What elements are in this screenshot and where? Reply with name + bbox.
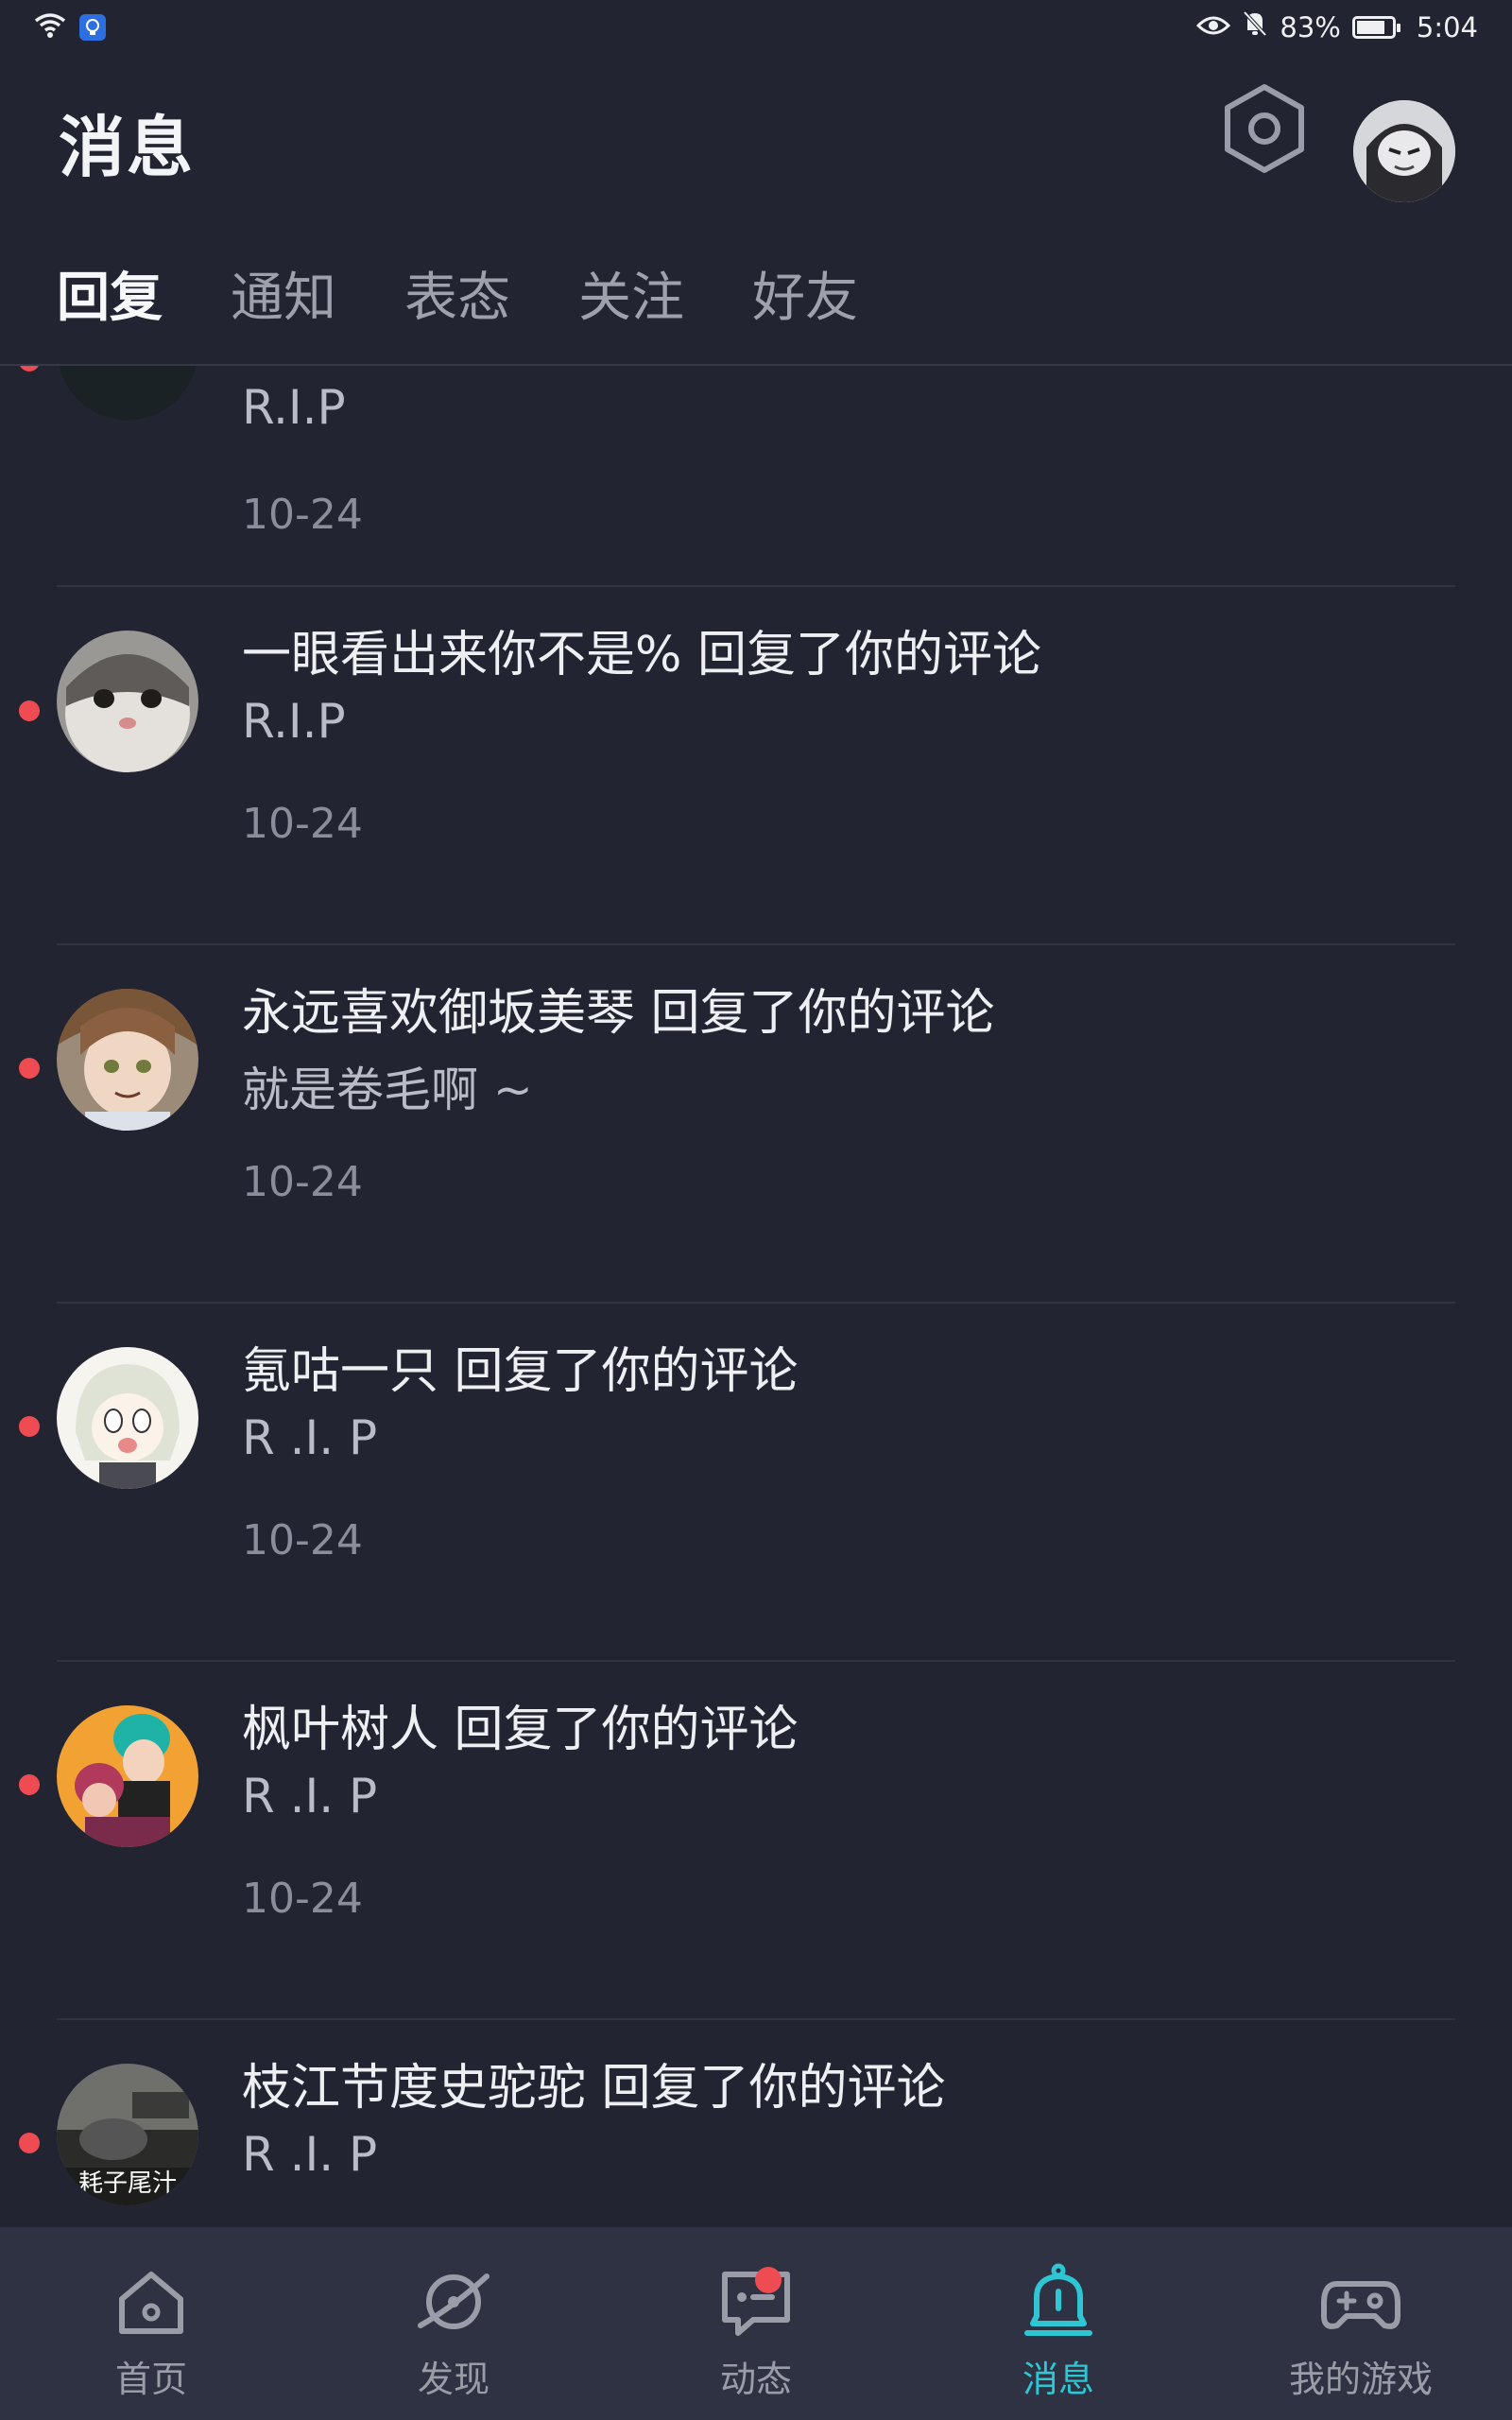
nav-feed-label: 动态 <box>719 2359 792 2400</box>
list-item[interactable]: 一眼看出来你不是% 回复了你的评论 R.I.P 10-24 <box>0 586 1512 945</box>
settings-hexagon-icon <box>1222 83 1307 178</box>
reply-content: R.I.P <box>242 380 346 435</box>
reply-content: R .I. P <box>242 1410 378 1465</box>
nav-my-games[interactable]: 我的游戏 <box>1210 2227 1512 2420</box>
sender-avatar[interactable] <box>57 1347 198 1489</box>
bell-icon <box>1016 2259 1101 2344</box>
reply-title: 一眼看出来你不是% 回复了你的评论 <box>242 627 1041 683</box>
avatar-caption: 耗子尾汁 <box>77 2169 177 2198</box>
battery-icon <box>1351 15 1400 39</box>
reply-title: 氪咕一只 回复了你的评论 <box>242 1343 799 1400</box>
reply-time: 10-24 <box>242 491 363 539</box>
wifi-icon <box>34 11 66 43</box>
reply-title: 枝江节度史驼驼 回复了你的评论 <box>242 2060 946 2117</box>
reply-time: 10-24 <box>242 1875 363 1923</box>
lightbulb-icon <box>79 14 106 41</box>
tab-follows-label: 关注 <box>578 268 684 329</box>
unread-dot <box>19 1058 40 1079</box>
gamepad-icon <box>1318 2259 1403 2344</box>
reply-content: 就是卷毛啊 ~ <box>242 1063 533 1117</box>
bottom-navigation: 首页 发现 动态 消息 我的游戏 <box>0 2227 1512 2420</box>
tab-friends[interactable]: 好友 <box>752 255 858 332</box>
tab-notifications[interactable]: 通知 <box>231 255 336 332</box>
unread-dot <box>19 700 40 721</box>
status-bar: 83% 5:04 <box>0 0 1512 57</box>
home-icon <box>109 2259 194 2344</box>
reply-time: 10-24 <box>242 1516 363 1564</box>
nav-discover-label: 发现 <box>417 2359 490 2400</box>
nav-my-games-label: 我的游戏 <box>1288 2359 1433 2400</box>
list-item[interactable]: 枫叶树人 回复了你的评论 R .I. P 10-24 <box>0 1661 1512 2020</box>
tab-replies-label: 回复 <box>57 268 163 329</box>
nav-home-label: 首页 <box>114 2359 187 2400</box>
page-title: 消息 <box>59 109 195 186</box>
nav-messages[interactable]: 消息 <box>907 2227 1210 2420</box>
sender-avatar[interactable] <box>57 1705 198 1847</box>
tab-friends-label: 好友 <box>752 268 858 329</box>
reply-content: R .I. P <box>242 1769 378 1824</box>
reply-title: 枫叶树人 回复了你的评论 <box>242 1702 799 1758</box>
list-item[interactable]: 氪咕一只 回复了你的评论 R .I. P 10-24 <box>0 1303 1512 1662</box>
mute-bell-icon <box>1242 9 1268 44</box>
unread-dot <box>19 2133 40 2153</box>
unread-dot <box>19 366 40 372</box>
chat-bubble-icon <box>713 2259 799 2344</box>
sender-avatar[interactable] <box>57 631 198 772</box>
reply-time: 10-24 <box>242 1158 363 1206</box>
sender-avatar[interactable] <box>57 989 198 1131</box>
unread-dot <box>19 1774 40 1795</box>
list-item[interactable]: 耗子尾汁 枝江节度史驼驼 回复了你的评论 R .I. P 10-24 <box>0 2019 1512 2228</box>
sender-avatar[interactable] <box>57 366 198 421</box>
tab-bar: 回复 通知 表态 关注 好友 <box>57 255 926 389</box>
reply-time: 10-24 <box>242 800 363 848</box>
battery-percent: 83% <box>1280 10 1341 43</box>
user-avatar[interactable] <box>1353 100 1455 202</box>
unread-dot <box>19 1416 40 1437</box>
nav-discover[interactable]: 发现 <box>302 2227 605 2420</box>
notification-badge <box>755 2267 782 2293</box>
clock: 5:04 <box>1416 10 1478 43</box>
nav-feed[interactable]: 动态 <box>605 2227 907 2420</box>
sender-avatar[interactable]: 耗子尾汁 <box>57 2064 198 2205</box>
reply-content: R .I. P <box>242 2127 378 2182</box>
tab-notifications-label: 通知 <box>231 268 336 329</box>
tab-replies[interactable]: 回复 <box>57 255 163 389</box>
tab-reactions-label: 表态 <box>404 268 510 329</box>
settings-button[interactable] <box>1219 83 1310 178</box>
nav-home[interactable]: 首页 <box>0 2227 302 2420</box>
reply-content: R.I.P <box>242 694 346 749</box>
nav-messages-label: 消息 <box>1022 2359 1094 2400</box>
tab-reactions[interactable]: 表态 <box>404 255 510 332</box>
message-list[interactable]: R.I.P 10-24 一眼看出来你不是% 回复了你的评论 R.I.P 10-2… <box>0 366 1512 2228</box>
eye-icon <box>1196 11 1231 43</box>
list-item[interactable]: 永远喜欢御坂美琴 回复了你的评论 就是卷毛啊 ~ 10-24 <box>0 944 1512 1304</box>
tab-follows[interactable]: 关注 <box>578 255 684 332</box>
reply-title: 永远喜欢御坂美琴 回复了你的评论 <box>242 985 995 1042</box>
planet-icon <box>411 2259 496 2344</box>
